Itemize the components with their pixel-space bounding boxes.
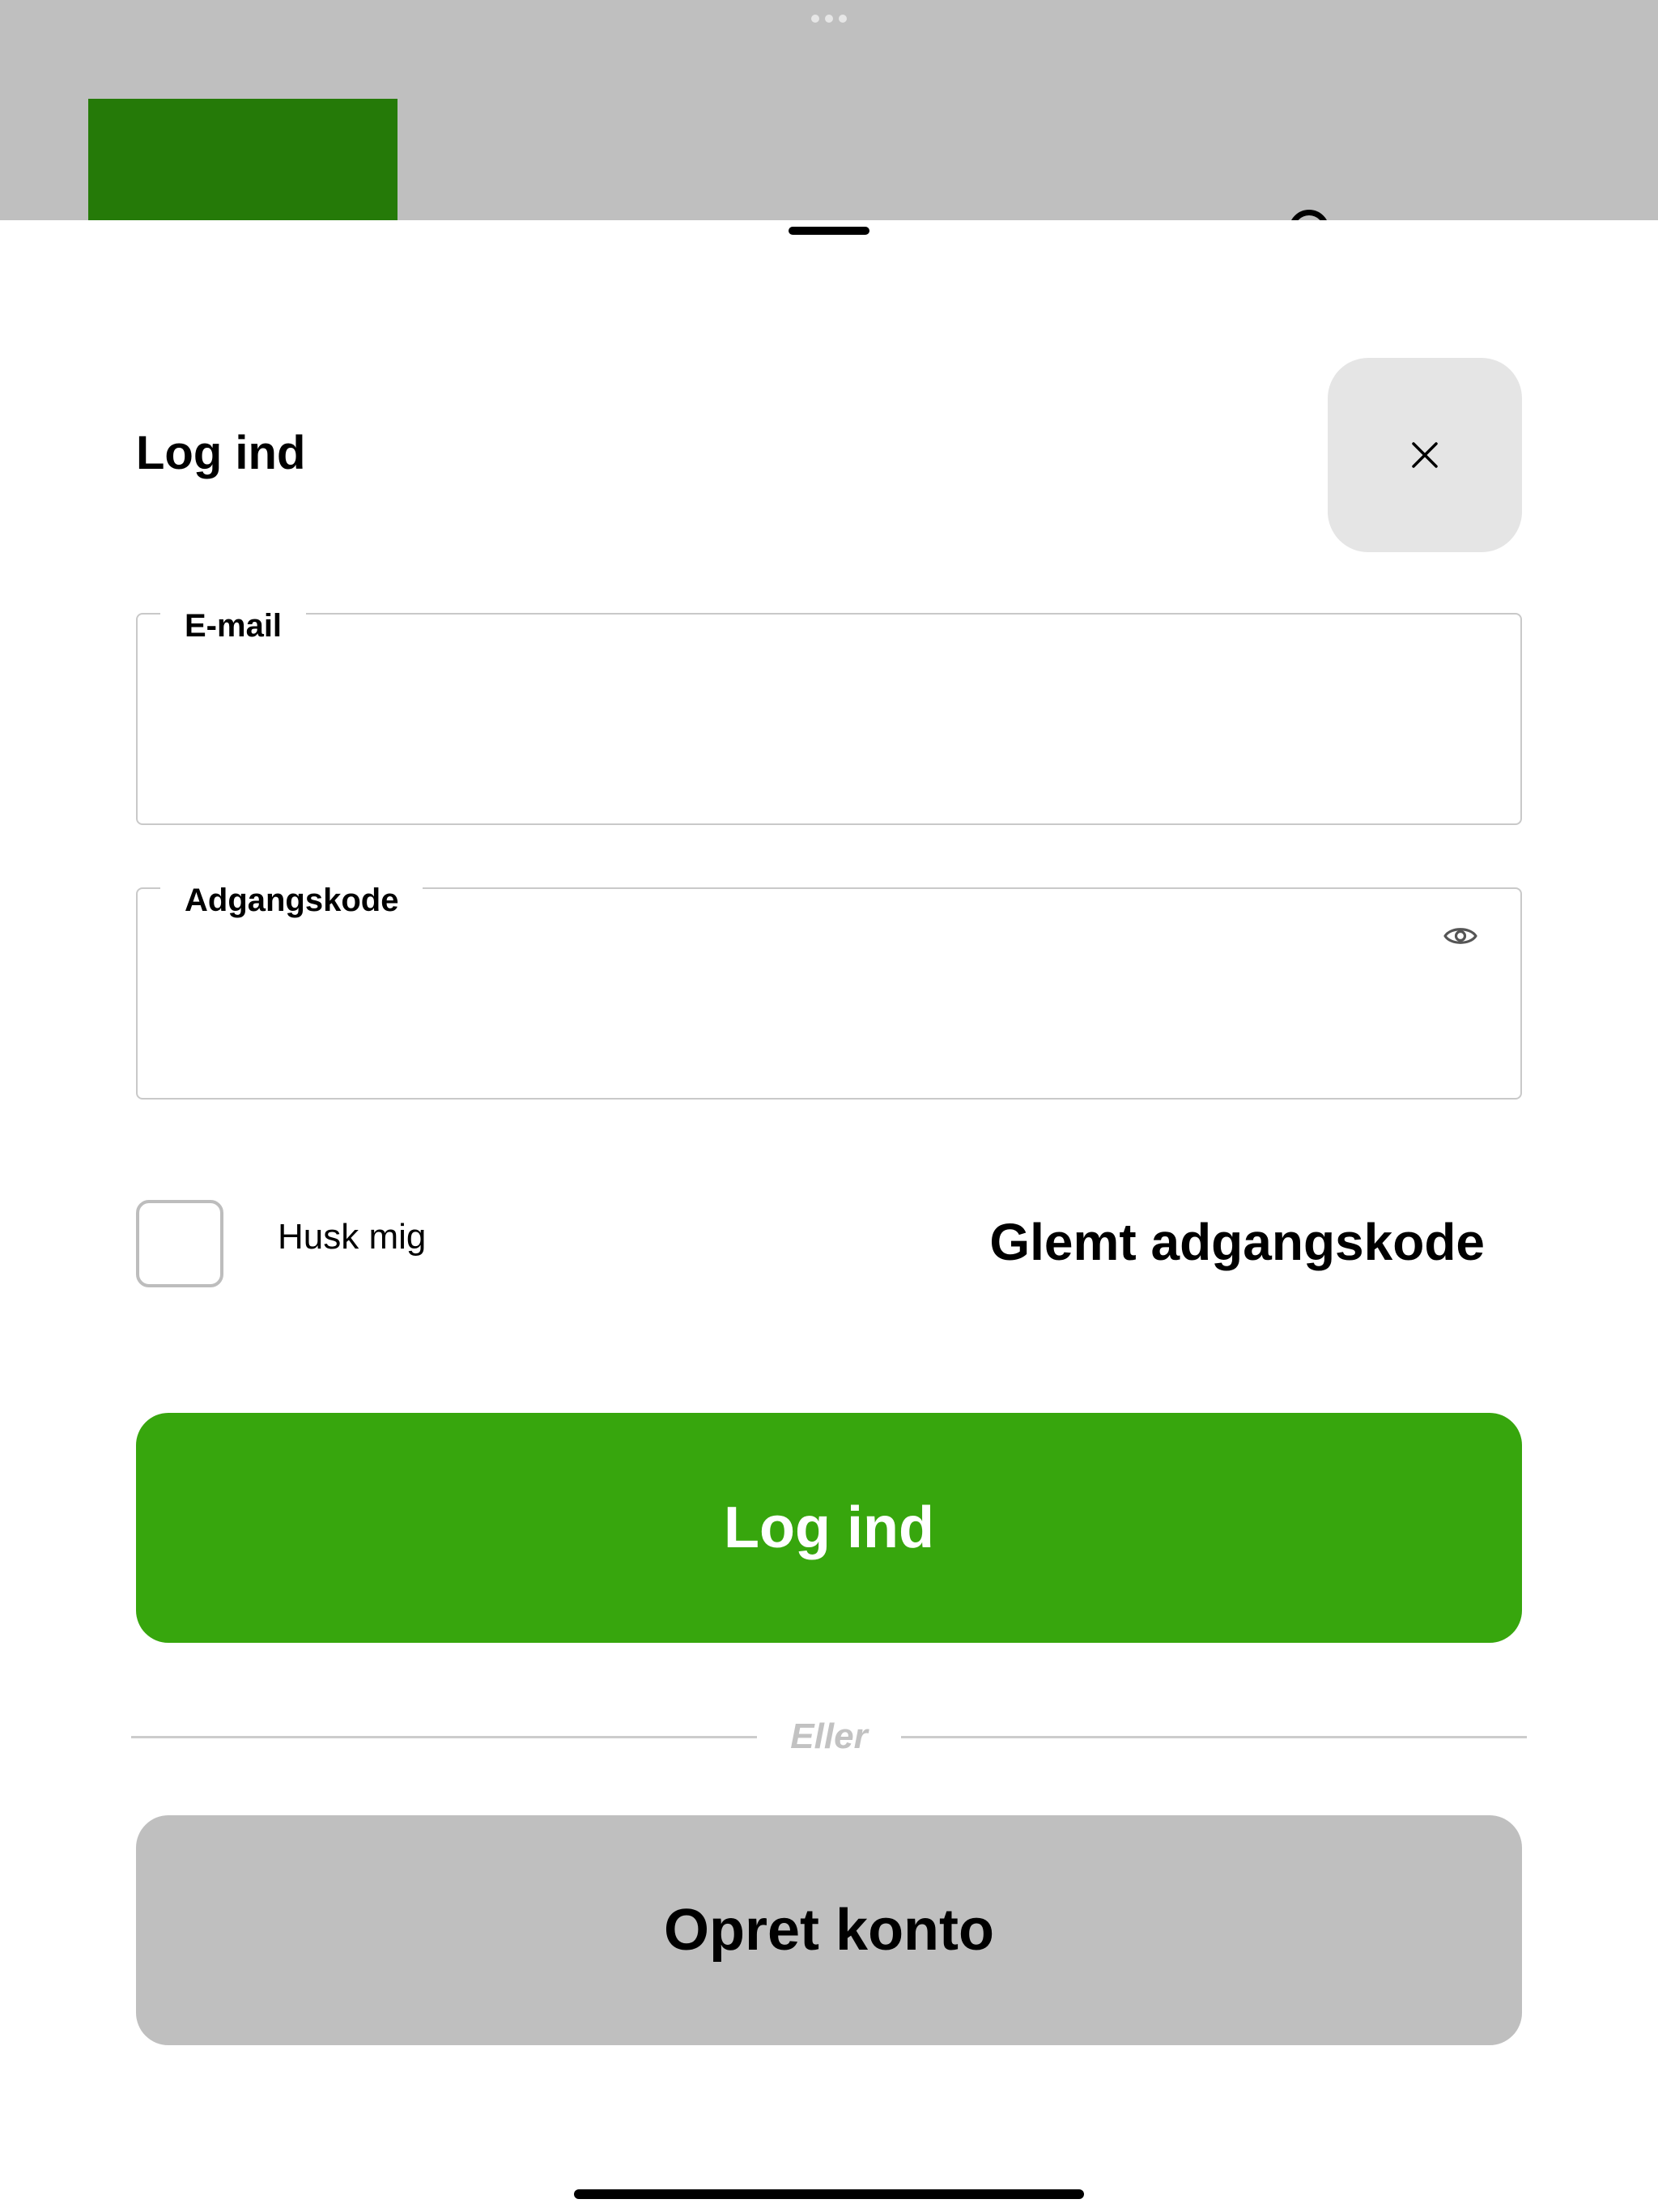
eye-icon[interactable] <box>1443 918 1478 954</box>
login-button[interactable]: Log ind <box>136 1413 1522 1643</box>
remember-me-checkbox[interactable] <box>136 1200 223 1287</box>
remember-me-label[interactable]: Husk mig <box>278 1213 426 1261</box>
sheet-grabber[interactable] <box>789 227 869 235</box>
background-app <box>0 0 1658 231</box>
email-field-container: E-mail <box>136 603 1522 825</box>
forgot-password-link[interactable]: Glemt adgangskode <box>989 1210 1485 1274</box>
app-logo <box>88 99 397 222</box>
password-input[interactable] <box>186 999 1423 1066</box>
home-indicator <box>574 2189 1084 2199</box>
divider-line-right <box>901 1736 1527 1738</box>
password-field-container: Adgangskode <box>136 878 1522 1100</box>
more-dots-icon[interactable] <box>811 15 847 24</box>
password-label: Adgangskode <box>160 878 423 923</box>
close-icon <box>1412 442 1438 468</box>
divider: Eller <box>131 1712 1527 1761</box>
login-sheet: Log ind E-mail Adgangskode Husk mig Glem… <box>0 220 1658 2212</box>
close-button[interactable] <box>1328 358 1522 552</box>
create-account-button[interactable]: Opret konto <box>136 1815 1522 2045</box>
email-input[interactable] <box>186 725 1423 791</box>
email-label: E-mail <box>160 603 307 649</box>
page-title: Log ind <box>136 427 306 479</box>
